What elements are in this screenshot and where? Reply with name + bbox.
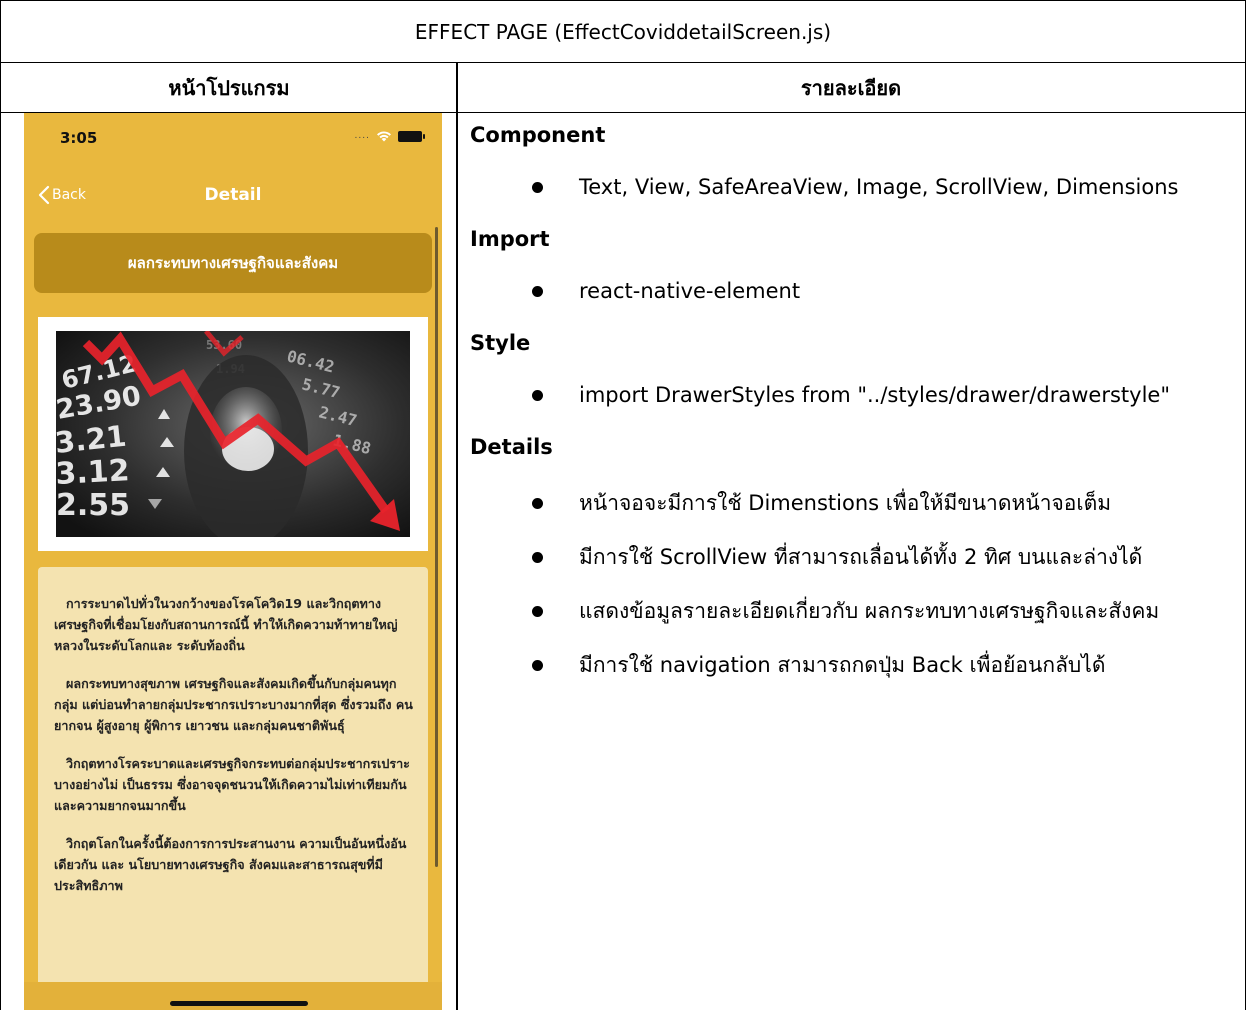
paragraph-4: วิกฤตโลกในครั้งนี้ต้องการการประสานงาน คว… — [54, 836, 407, 893]
list-item: import DrawerStyles from "../styles/draw… — [532, 383, 1170, 407]
section-title-style: Style — [470, 331, 531, 355]
scrollbar[interactable] — [435, 227, 438, 867]
image-number-5: 2.55 — [56, 488, 130, 523]
status-bar: 3:05 .... — [24, 113, 442, 161]
scroll-view[interactable]: ผลกระทบทางเศรษฐกิจและสังคม 06.42 5.77 2.… — [24, 223, 442, 997]
battery-icon — [398, 130, 425, 142]
bottom-bar — [24, 982, 442, 1010]
section-title-details: Details — [470, 435, 553, 459]
image-number-4: 3.12 — [56, 453, 130, 492]
phone-screen: 3:05 .... Back Detail ผลกระทบทางเศรษฐกิจ… — [24, 113, 442, 1010]
bullet-icon — [532, 498, 543, 509]
content-text-card: การระบาดไปทั่วในวงกว้างของโรคโควิด19 และ… — [38, 567, 428, 997]
bullet-icon — [532, 285, 543, 297]
status-icons: .... — [354, 130, 425, 142]
bullet-icon — [532, 389, 543, 401]
paragraph-2: ผลกระทบทางสุขภาพ เศรษฐกิจและสังคมเกิดขึ้… — [54, 676, 413, 733]
list-item: มีการใช้ ScrollView ที่สามารถเลื่อนได้ทั… — [532, 541, 1142, 574]
nav-title: Detail — [204, 185, 262, 205]
column-header-screen: หน้าโปรแกรม — [168, 76, 290, 100]
bullet-icon — [532, 181, 543, 193]
wifi-icon — [377, 131, 391, 142]
status-time: 3:05 — [60, 129, 98, 147]
list-item: Text, View, SafeAreaView, Image, ScrollV… — [532, 175, 1178, 199]
column-divider — [456, 63, 458, 1010]
column-header-details: รายละเอียด — [800, 76, 902, 100]
paragraph-3: วิกฤตทางโรคระบาดและเศรษฐกิจกระทบต่อกลุ่ม… — [54, 756, 410, 813]
list-item: react-native-element — [532, 279, 800, 303]
list-item: แสดงข้อมูลรายละเอียดเกี่ยวกับ ผลกระทบทาง… — [532, 595, 1159, 628]
bullet-icon — [532, 606, 543, 617]
home-indicator[interactable] — [170, 1001, 308, 1006]
image-card: 06.42 5.77 2.47 1.88 53.60 1.94 67.12 23… — [38, 317, 428, 551]
economy-crash-image: 06.42 5.77 2.47 1.88 53.60 1.94 67.12 23… — [56, 331, 410, 537]
list-item: หน้าจอจะมีการใช้ Dimenstions เพื่อให้มีข… — [532, 487, 1111, 520]
nav-bar: Back Detail — [24, 175, 442, 217]
bullet-icon — [532, 552, 543, 563]
details-column: Component Text, View, SafeAreaView, Imag… — [470, 113, 1236, 1010]
table-header-row: หน้าโปรแกรม รายละเอียด — [1, 63, 1245, 113]
list-item: มีการใช้ navigation สามารถกดปุ่ม Back เพ… — [532, 649, 1105, 682]
section-title-import: Import — [470, 227, 550, 251]
bullet-icon — [532, 660, 543, 671]
signal-icon: .... — [354, 131, 370, 141]
section-title-component: Component — [470, 123, 606, 147]
heading-card: ผลกระทบทางเศรษฐกิจและสังคม — [34, 233, 432, 293]
paragraph-1: การระบาดไปทั่วในวงกว้างของโรคโควิด19 และ… — [54, 596, 398, 653]
document-title: EFFECT PAGE (EffectCoviddetailScreen.js) — [1, 1, 1245, 63]
